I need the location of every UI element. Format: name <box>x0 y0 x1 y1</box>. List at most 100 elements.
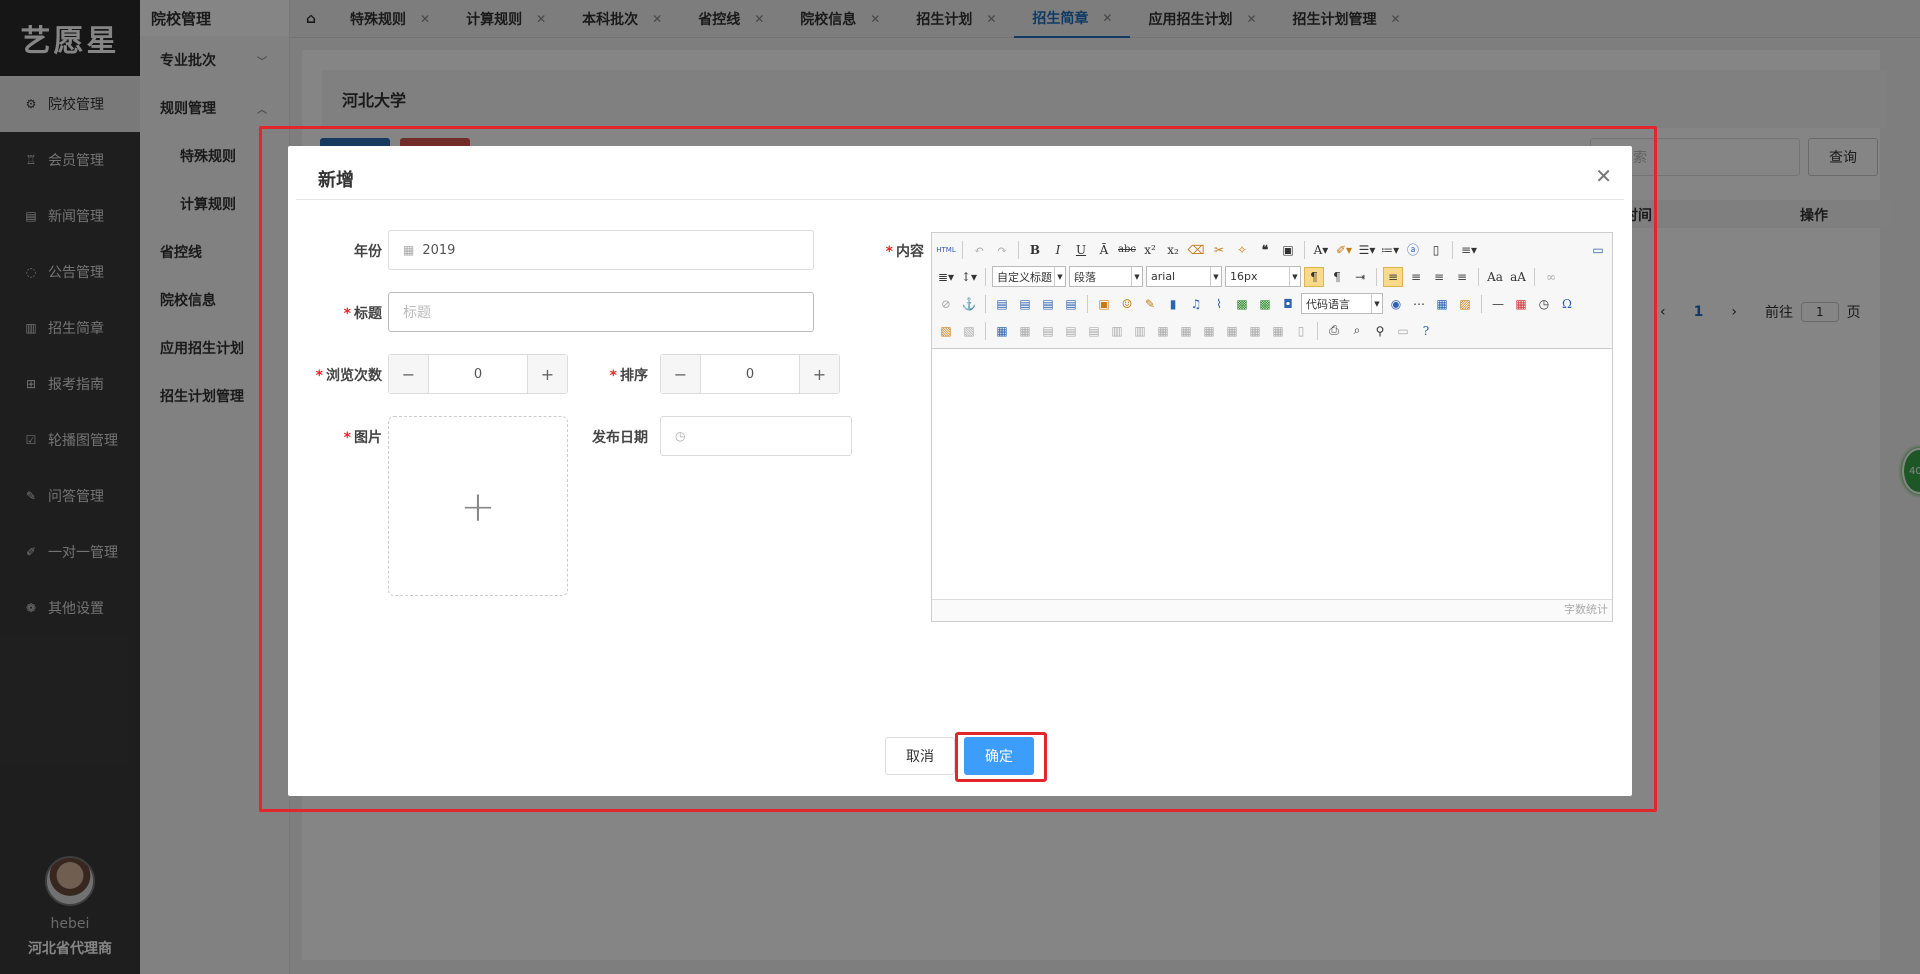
merge-down-icon[interactable]: ▦ <box>1199 321 1219 341</box>
year-picker[interactable]: ▦ 2019 <box>388 230 814 270</box>
title-placeholder: 标题 <box>403 305 431 321</box>
clock-icon: ◷ <box>675 429 686 443</box>
views-decrement-button[interactable]: − <box>389 355 429 393</box>
blockquote-icon[interactable]: ❝ <box>1255 240 1275 260</box>
image-right-icon[interactable]: ▤ <box>1038 294 1058 314</box>
chart-icon[interactable]: ▯ <box>1291 321 1311 341</box>
sort-decrement-button[interactable]: − <box>661 355 701 393</box>
scrawl-icon[interactable]: ✎ <box>1140 294 1160 314</box>
redo-icon[interactable]: ↷ <box>992 240 1012 260</box>
paste-text-icon[interactable]: ▣ <box>1278 240 1298 260</box>
paragraph-spacing-icon[interactable]: ≣▾ <box>936 267 956 287</box>
editor-content-area[interactable] <box>932 349 1612 599</box>
anchor-icon[interactable]: ⚓ <box>959 294 979 314</box>
font-family-select[interactable]: arial ▼ <box>1146 266 1222 287</box>
lowercase-icon[interactable]: aA <box>1508 267 1528 287</box>
subscript-icon[interactable]: x₂ <box>1163 240 1183 260</box>
align-right-icon[interactable]: ≡ <box>1429 267 1449 287</box>
insert-row-icon[interactable]: ▤ <box>1061 321 1081 341</box>
insert-col-icon[interactable]: ▥ <box>1107 321 1127 341</box>
print-icon[interactable]: ⎙ <box>1324 321 1344 341</box>
underline-icon[interactable]: U <box>1071 240 1091 260</box>
wordimage-convert-icon[interactable]: ▧ <box>959 321 979 341</box>
video-icon[interactable]: ▮ <box>1163 294 1183 314</box>
music-icon[interactable]: ♫ <box>1186 294 1206 314</box>
google-map-icon[interactable]: ▩ <box>1255 294 1275 314</box>
italic-icon[interactable]: I <box>1048 240 1068 260</box>
webapp-icon[interactable]: ◉ <box>1386 294 1406 314</box>
align-center-icon[interactable]: ≡ <box>1406 267 1426 287</box>
unlink-icon[interactable]: ⊘ <box>936 294 956 314</box>
image-none-icon[interactable]: ▤ <box>992 294 1012 314</box>
image-left-icon[interactable]: ▤ <box>1015 294 1035 314</box>
html-source-icon[interactable]: HTML <box>936 240 956 260</box>
background-color-icon[interactable]: ✐▾ <box>1334 240 1354 260</box>
views-increment-button[interactable]: + <box>527 355 567 393</box>
emotion-icon[interactable]: ☺ <box>1117 294 1137 314</box>
link-icon[interactable]: ∞ <box>1541 267 1561 287</box>
ordered-list-icon[interactable]: ☰▾ <box>1357 240 1377 260</box>
image-upload[interactable]: + <box>388 416 568 596</box>
views-value[interactable]: 0 <box>429 355 527 393</box>
fullscreen-icon[interactable]: ▭ <box>1588 240 1608 260</box>
delete-table-icon[interactable]: ▦ <box>1015 321 1035 341</box>
image-center-icon[interactable]: ▤ <box>1061 294 1081 314</box>
eraser-icon[interactable]: ⌫ <box>1186 240 1206 260</box>
align-justify-icon[interactable]: ≡ <box>1452 267 1472 287</box>
cancel-button[interactable]: 取消 <box>885 737 955 775</box>
font-size-select[interactable]: 16px ▼ <box>1225 266 1301 287</box>
template-icon[interactable]: ▦ <box>1432 294 1452 314</box>
attachment-icon[interactable]: ⌇ <box>1209 294 1229 314</box>
sort-increment-button[interactable]: + <box>799 355 839 393</box>
insert-table-icon[interactable]: ▦ <box>992 321 1012 341</box>
merge-right-icon[interactable]: ▦ <box>1176 321 1196 341</box>
custom-title-select[interactable]: 自定义标题 ▼ <box>992 266 1066 287</box>
format-brush-icon[interactable]: ✂ <box>1209 240 1229 260</box>
bold-icon[interactable]: B <box>1025 240 1045 260</box>
insert-image-icon[interactable]: ▣ <box>1094 294 1114 314</box>
font-color-icon[interactable]: A▾ <box>1311 240 1331 260</box>
preview-icon[interactable]: ⌕ <box>1347 321 1367 341</box>
map-icon[interactable]: ▩ <box>1232 294 1252 314</box>
split-rows-icon[interactable]: ▦ <box>1245 321 1265 341</box>
unordered-list-icon[interactable]: ≔▾ <box>1380 240 1400 260</box>
horizontal-rule-icon[interactable]: — <box>1488 294 1508 314</box>
code-language-select[interactable]: 代码语言 ▼ <box>1301 293 1383 314</box>
search-replace-icon[interactable]: ⚲ <box>1370 321 1390 341</box>
font-border-icon[interactable]: Ā <box>1094 240 1114 260</box>
clear-doc-icon[interactable]: ▯ <box>1426 240 1446 260</box>
drafts-icon[interactable]: ▭ <box>1393 321 1413 341</box>
paragraph-select[interactable]: 段落 ▼ <box>1069 266 1143 287</box>
time-icon[interactable]: ◷ <box>1534 294 1554 314</box>
help-icon[interactable]: ? <box>1416 321 1436 341</box>
ltr-icon[interactable]: ¶ <box>1304 266 1324 287</box>
background-icon[interactable]: ▨ <box>1455 294 1475 314</box>
insert-frame-icon[interactable]: ◘ <box>1278 294 1298 314</box>
auto-format-icon[interactable]: ✧ <box>1232 240 1252 260</box>
strikethrough-icon[interactable]: abc <box>1117 240 1137 260</box>
uppercase-icon[interactable]: Aa <box>1485 267 1505 287</box>
row-spacing-icon[interactable]: ≡▾ <box>1459 240 1479 260</box>
sort-value[interactable]: 0 <box>701 355 799 393</box>
delete-col-icon[interactable]: ▥ <box>1130 321 1150 341</box>
confirm-button[interactable]: 确定 <box>964 737 1034 775</box>
select-all-icon[interactable]: ⓐ <box>1403 240 1423 260</box>
special-chars-icon[interactable]: Ω <box>1557 294 1577 314</box>
superscript-icon[interactable]: x² <box>1140 240 1160 260</box>
split-cols-icon[interactable]: ▦ <box>1268 321 1288 341</box>
title-input[interactable]: 标题 <box>388 292 814 332</box>
align-left-icon[interactable]: ≡ <box>1383 266 1403 287</box>
close-icon[interactable]: ✕ <box>1595 164 1612 188</box>
word-image-icon[interactable]: ▧ <box>936 321 956 341</box>
line-height-icon[interactable]: ↕▾ <box>959 267 979 287</box>
insert-paragraph-before-table-icon[interactable]: ▤ <box>1038 321 1058 341</box>
indent-icon[interactable]: ⇥ <box>1350 267 1370 287</box>
page-break-icon[interactable]: ⋯ <box>1409 294 1429 314</box>
date-icon[interactable]: ▦ <box>1511 294 1531 314</box>
publish-date-picker[interactable]: ◷ <box>660 416 852 456</box>
undo-icon[interactable]: ↶ <box>969 240 989 260</box>
rtl-icon[interactable]: ¶ <box>1327 267 1347 287</box>
split-cells-icon[interactable]: ▦ <box>1222 321 1242 341</box>
merge-cells-icon[interactable]: ▦ <box>1153 321 1173 341</box>
delete-row-icon[interactable]: ▤ <box>1084 321 1104 341</box>
